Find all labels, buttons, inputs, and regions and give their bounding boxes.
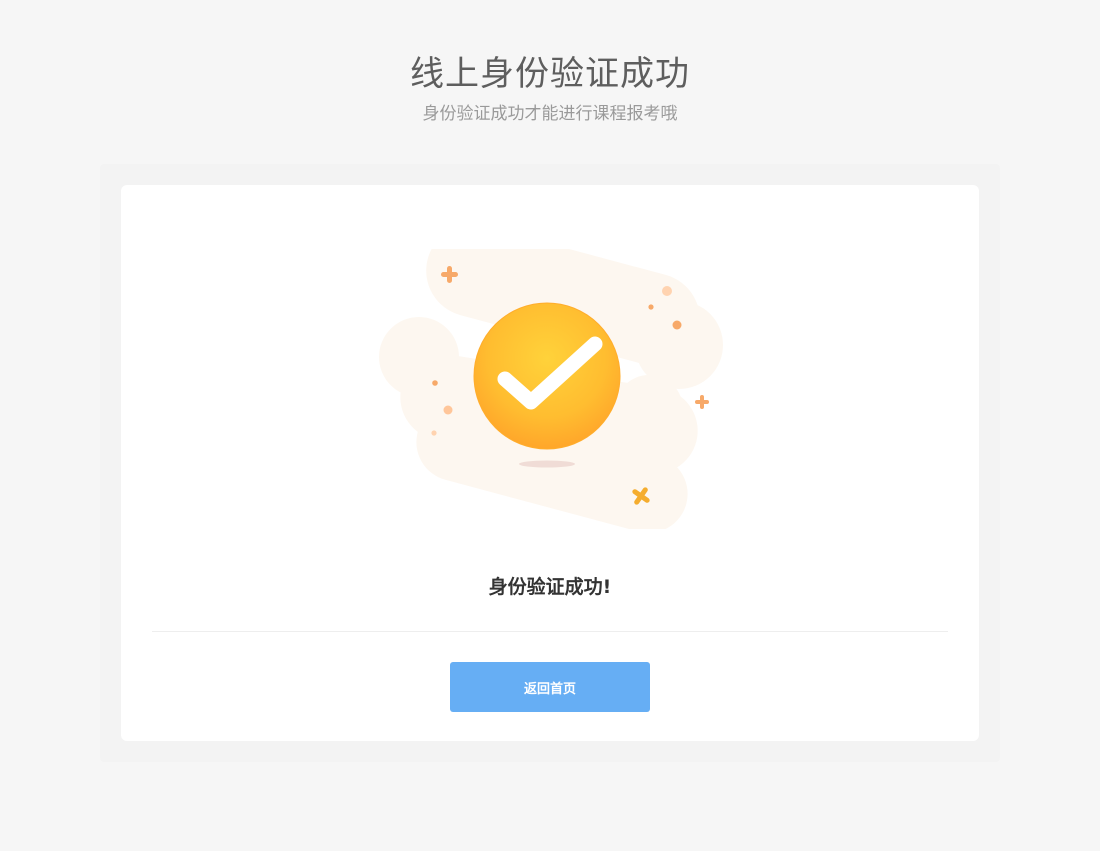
success-message: 身份验证成功! (488, 576, 612, 598)
back-to-home-button[interactable]: 返回首页 (450, 662, 650, 712)
success-illustration (379, 249, 725, 529)
page-title: 线上身份验证成功 (410, 54, 690, 94)
check-circle-icon (379, 249, 723, 529)
page-subtitle: 身份验证成功才能进行课程报考哦 (422, 104, 678, 124)
page-header: 线上身份验证成功 身份验证成功才能进行课程报考哦 (0, 48, 1100, 126)
divider (152, 631, 948, 632)
content-panel: 身份验证成功! 返回首页 (100, 164, 1000, 762)
result-card: 身份验证成功! 返回首页 (121, 185, 979, 741)
